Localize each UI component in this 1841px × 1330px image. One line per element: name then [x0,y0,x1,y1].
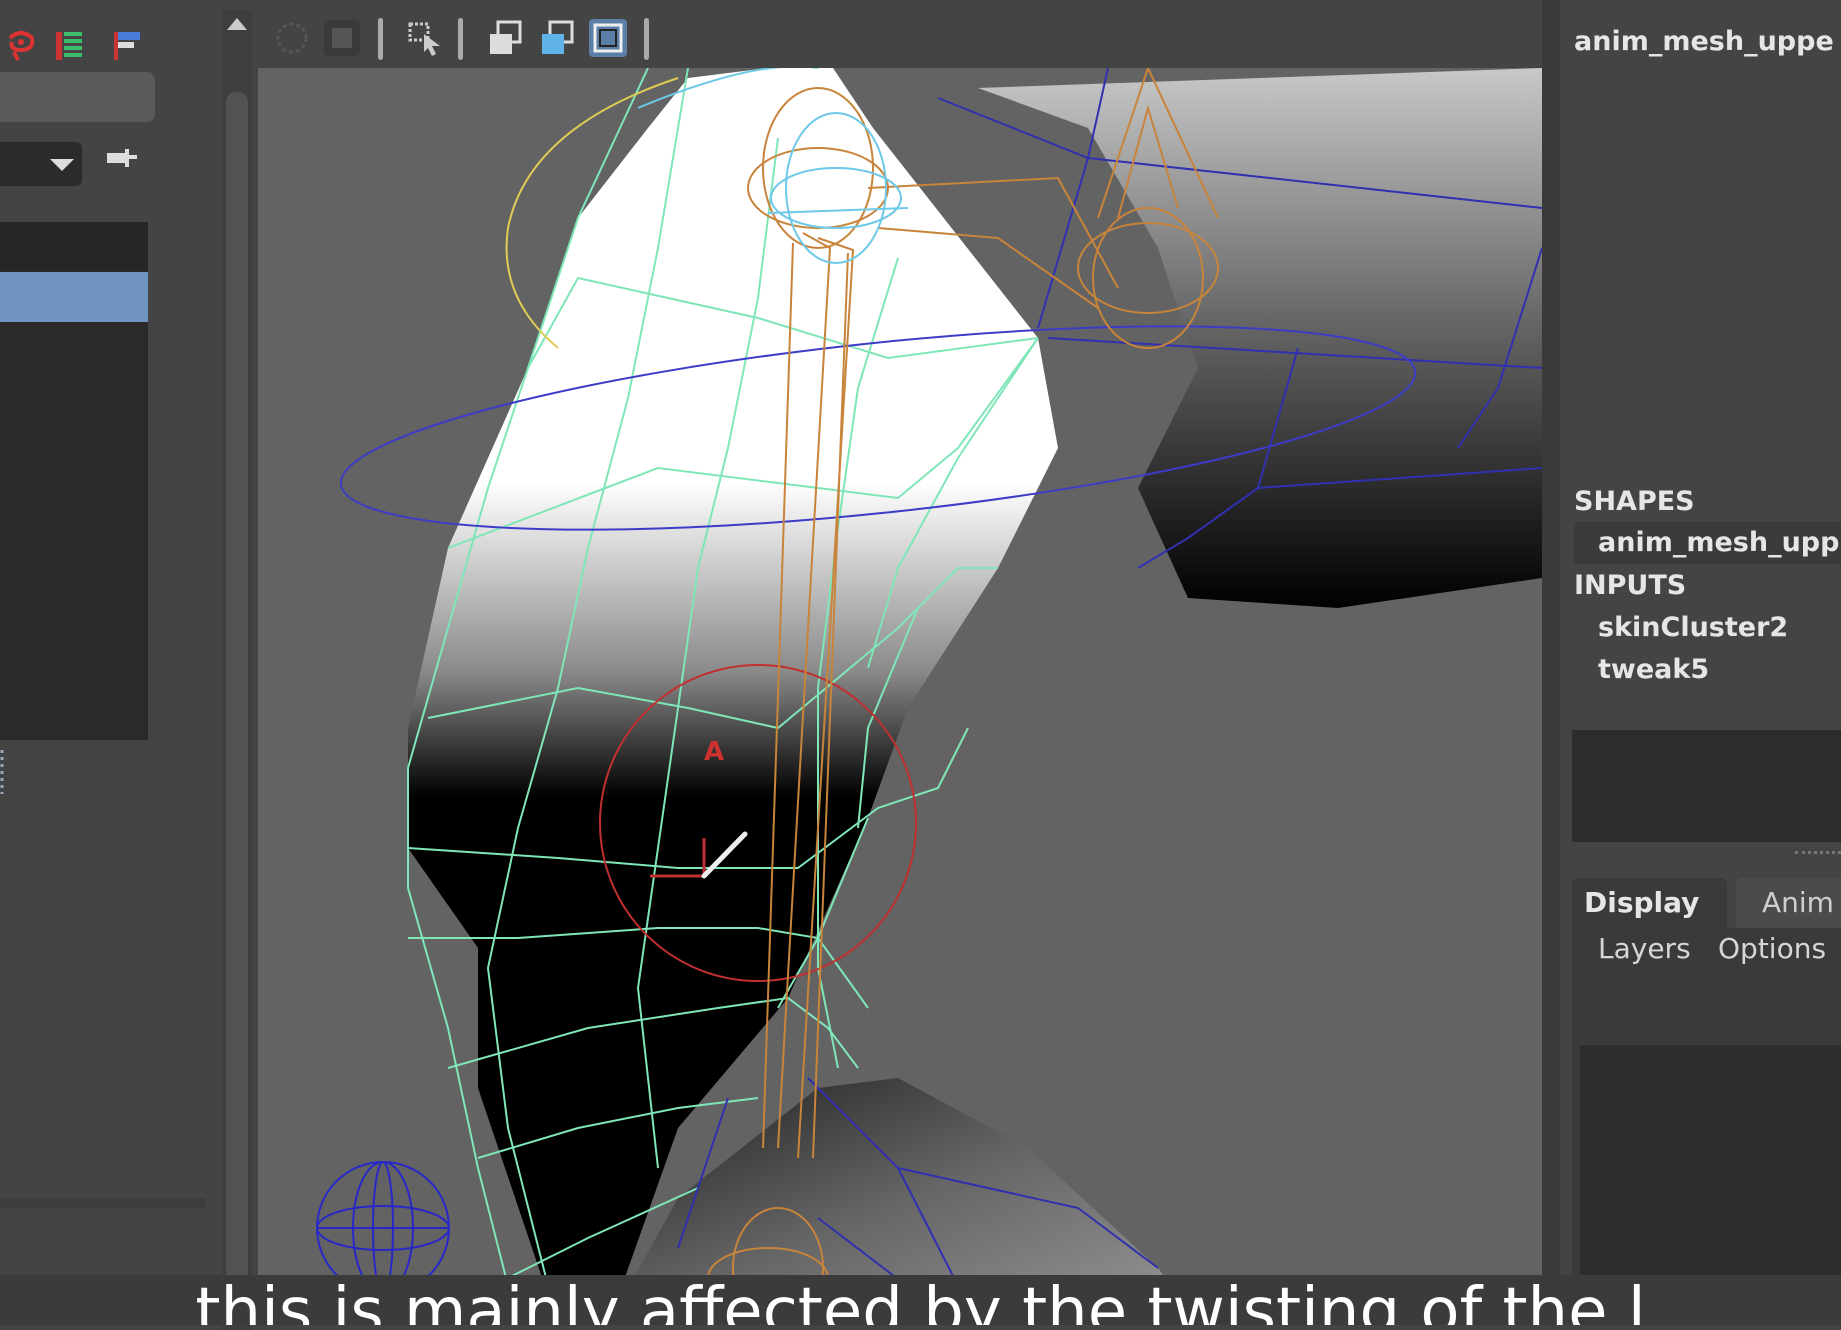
panel-divider[interactable] [1542,0,1560,1325]
soft-select-icon[interactable] [322,18,362,58]
caption-bar: this is mainly affected by the twisting … [0,1275,1841,1325]
shape-row[interactable]: anim_mesh_upp [1574,522,1841,564]
shapes-header: SHAPES [1574,486,1695,517]
pin-icon[interactable] [105,145,139,169]
toolbar-separator [378,18,383,60]
tab-label: Anim [1762,886,1834,919]
scroll-up-icon[interactable] [227,18,247,30]
left-panel [0,0,255,1330]
isolate-icon[interactable] [486,18,526,58]
drag-handle-icon[interactable] [0,748,8,796]
outliner-header-row [0,222,148,270]
tab-display[interactable]: Display [1572,878,1727,928]
scrollbar-thumb[interactable] [226,92,248,1322]
shape-name: anim_mesh_upp [1598,527,1840,558]
inputs-header: INPUTS [1574,570,1687,601]
left-toolbar [0,10,225,70]
tool-name-field[interactable] [0,72,155,122]
toolbar-separator [458,18,463,60]
menu-options[interactable]: Options [1718,932,1826,965]
flag-icon[interactable] [110,28,144,64]
chevron-down-icon [50,159,74,171]
select-circle-icon[interactable] [272,18,312,58]
3d-viewport[interactable]: A [258,68,1542,1325]
tab-label: Display [1584,886,1700,919]
joint-label: A [704,737,724,767]
object-name[interactable]: anim_mesh_uppe [1574,26,1834,57]
frame-selected-icon[interactable] [588,18,628,58]
select-cursor-icon[interactable] [406,18,446,58]
channel-box-panel: anim_mesh_uppe SHAPES anim_mesh_upp INPU… [1560,0,1841,1325]
mode-dropdown[interactable] [0,142,82,186]
channel-empty-area [1572,730,1841,842]
outliner-list[interactable] [0,222,148,740]
channel-list-icon[interactable] [52,28,86,64]
input-item[interactable]: tweak5 [1598,654,1709,685]
viewport-toolbar [258,0,1542,68]
left-divider [0,1198,205,1208]
left-scrollbar[interactable] [222,10,252,1330]
resize-handle[interactable] [1795,851,1841,858]
toolbar-separator [644,18,649,60]
input-item[interactable]: skinCluster2 [1598,612,1788,643]
menu-layers[interactable]: Layers [1598,932,1691,965]
outliner-selected-row[interactable] [0,272,148,322]
duplicate-icon[interactable] [538,18,578,58]
caption-text: this is mainly affected by the twisting … [195,1275,1646,1325]
lasso-icon[interactable] [4,28,38,64]
tab-anim[interactable]: Anim [1736,878,1841,928]
viewport-scene: A [316,68,1542,1325]
